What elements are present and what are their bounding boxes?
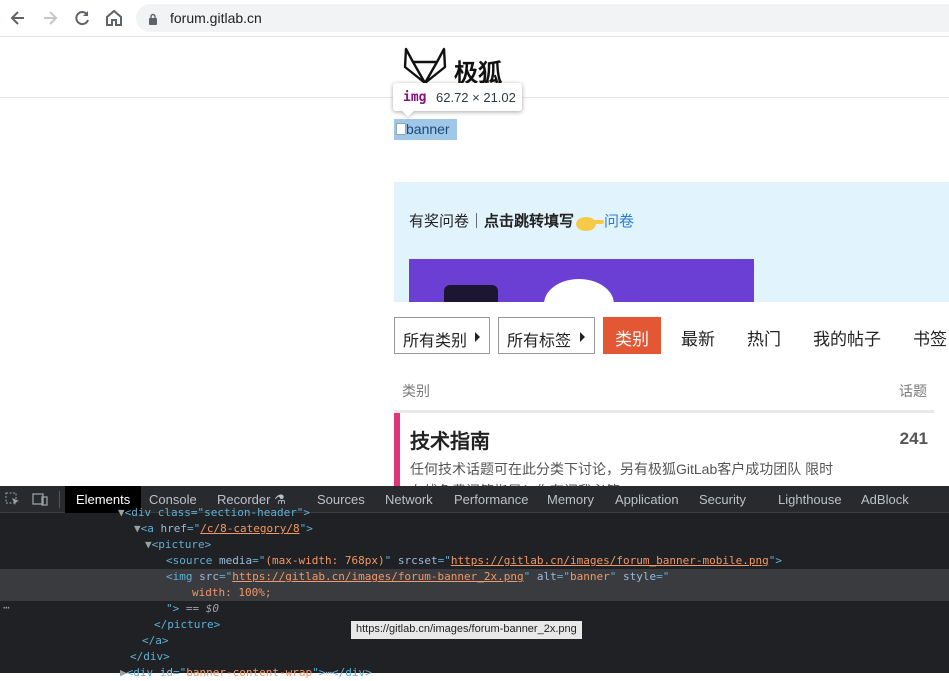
robot-illustration [444,285,498,302]
device-toolbar-icon[interactable] [32,492,48,506]
toolbar-separator [59,491,60,508]
all-tags-dropdown[interactable]: 所有标签 [498,317,595,354]
tooltip-arrow [401,110,415,117]
dom-node-a-close[interactable]: </a> [142,633,169,649]
broken-image-icon [396,123,406,135]
caret-right-icon [580,332,585,342]
devtools-panel: Elements Console Recorder ⚗ Sources Netw… [0,486,949,679]
dom-node-banner-content-wrap[interactable]: ▶<div id="banner-content-wrap">⋯</div> [120,665,372,681]
dom-node-a[interactable]: ▼<a href="/c/8-category/8"> [134,521,313,537]
tab-lighthouse[interactable]: Lighthouse [778,492,842,507]
banner-alt-text: banner [406,121,450,137]
inspect-dimensions: 62.72 × 21.02 [436,90,516,105]
fox-illustration [544,279,614,302]
back-icon[interactable] [8,8,28,28]
inspect-tooltip: img 62.72 × 21.02 [393,83,522,117]
img-close-marker: "> == $0 [166,602,219,615]
all-categories-label: 所有类别 [403,333,468,350]
category-color-bar [394,413,400,486]
all-tags-label: 所有标签 [507,333,572,350]
dom-node-img[interactable]: <img src="https://gitlab.cn/images/forum… [166,569,669,585]
tab-categories[interactable]: 类别 [603,317,661,354]
more-dots-icon[interactable]: ⋯ [3,601,10,614]
tab-sources[interactable]: Sources [317,492,365,507]
tab-memory[interactable]: Memory [547,492,594,507]
tab-hot[interactable]: 热门 [747,325,781,350]
survey-text: 有奖问卷｜点击跳转填写 问卷 [409,210,634,232]
dom-node-section-header[interactable]: ▼<div class="section-header"> [118,505,310,521]
browser-toolbar: forum.gitlab.cn [0,0,949,37]
promo-image[interactable] [409,259,754,302]
dom-node-picture[interactable]: ▼<picture> [145,537,211,553]
dom-node-picture-close[interactable]: </picture> [154,617,220,633]
fox-logo-icon[interactable] [403,47,447,85]
survey-banner: 有奖问卷｜点击跳转填写 问卷 [394,182,949,302]
img-style-value: width: 100%; [192,586,272,599]
pointing-hand-icon [576,217,605,232]
column-header-topics: 话题 [899,383,927,399]
tab-latest[interactable]: 最新 [681,325,715,350]
tab-adblock[interactable]: AdBlock [861,492,909,507]
banner-image[interactable]: banner [394,119,457,140]
column-header-category: 类别 [402,383,430,399]
home-icon[interactable] [104,8,124,28]
tab-performance[interactable]: Performance [454,492,528,507]
address-bar[interactable]: forum.gitlab.cn [136,4,949,32]
category-description: 任何技术话题可在此分类下讨论，另有极狐GitLab客户成功团队 限时在线免费问答… [410,461,834,486]
url-text: forum.gitlab.cn [170,10,262,26]
lock-icon[interactable] [147,12,159,25]
survey-prefix: 有奖问卷｜ [409,213,485,230]
tab-application[interactable]: Application [615,492,679,507]
category-name[interactable]: 技术指南 [410,425,490,454]
dom-node-source[interactable]: <source media="(max-width: 768px)" srcse… [166,553,782,569]
tab-bookmarks[interactable]: 书签 [913,325,947,350]
reload-icon[interactable] [72,8,92,28]
dom-node-div-close[interactable]: </div> [130,649,170,665]
inspect-element-icon[interactable] [5,492,21,506]
survey-link[interactable]: 问卷 [604,213,634,230]
all-categories-dropdown[interactable]: 所有类别 [394,317,490,354]
inspect-tag: img [403,90,427,105]
forward-icon[interactable] [40,8,60,28]
url-hover-tooltip: https://gitlab.cn/images/forum-banner_2x… [351,621,582,639]
category-topic-count: 241 [899,429,928,448]
caret-right-icon [475,332,480,342]
tab-security[interactable]: Security [699,492,746,507]
survey-bold: 点击跳转填写 [484,213,575,230]
elements-tree[interactable]: ▼<div class="section-header"> ▼<a href="… [0,506,949,679]
tab-my-posts[interactable]: 我的帖子 [813,325,881,350]
category-row[interactable]: 技术指南 241 任何技术话题可在此分类下讨论，另有极狐GitLab客户成功团队… [394,413,934,486]
tab-network[interactable]: Network [385,492,433,507]
category-nav: 所有类别 所有标签 类别 最新 热门 我的帖子 书签 [394,317,949,355]
